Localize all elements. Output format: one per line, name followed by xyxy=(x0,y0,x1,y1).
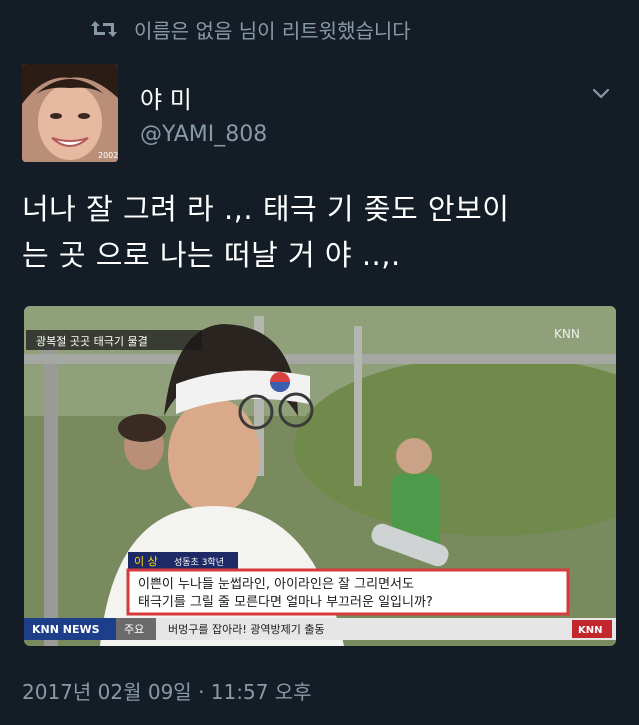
tweet-text: 너나 잘 그려 라 .,. 태극 기 좆도 안보이 는 곳 으로 나는 떠날 거… xyxy=(22,186,622,278)
broadcaster-logo: KNN xyxy=(554,327,580,341)
avatar[interactable]: 2002 xyxy=(22,64,118,162)
subtitle-line: 이쁜이 누나들 눈썹라인, 아이라인은 잘 그리면서도 xyxy=(138,577,414,592)
ticker-text: 버멍구를 잡아라! 광역방제기 출동 xyxy=(168,623,325,636)
user-handle[interactable]: @YAMI_808 xyxy=(140,122,267,147)
name-tag-sub: 성동초 3학년 xyxy=(174,557,224,568)
chevron-down-icon[interactable] xyxy=(590,82,612,104)
tweet-header: 2002 야 미 @YAMI_808 xyxy=(22,64,620,164)
media-top-caption: 광복절 곳곳 태극기 물결 xyxy=(36,335,148,348)
retweet-icon xyxy=(91,21,117,37)
tweet-timestamp[interactable]: 2017년 02월 09일 · 11:57 오후 xyxy=(22,676,312,705)
retweet-indicator: 이름은 없음 님이 리트윗했습니다 xyxy=(88,14,411,44)
name-tag: 이 상 xyxy=(134,555,158,568)
tweet-media[interactable]: 광복절 곳곳 태극기 물결 KNN 이 상 성동초 3학년 이쁜이 누나들 눈썹… xyxy=(24,306,616,646)
ticker-section: 주요 xyxy=(124,623,144,636)
retweet-text: 이름은 없음 님이 리트윗했습니다 xyxy=(134,18,411,43)
subtitle-line: 태극기를 그릴 줄 모른다면 얼마나 부끄러운 일입니까? xyxy=(138,595,433,610)
tweet-text-line: 너나 잘 그려 라 .,. 태극 기 좆도 안보이 xyxy=(22,192,510,226)
display-name[interactable]: 야 미 xyxy=(140,80,192,115)
avatar-caption: 2002 xyxy=(98,151,118,160)
ticker-logo: KNN xyxy=(578,625,603,636)
ticker-label: KNN NEWS xyxy=(32,623,100,636)
tweet-text-line: 는 곳 으로 나는 떠날 거 야 ..,. xyxy=(22,238,401,272)
